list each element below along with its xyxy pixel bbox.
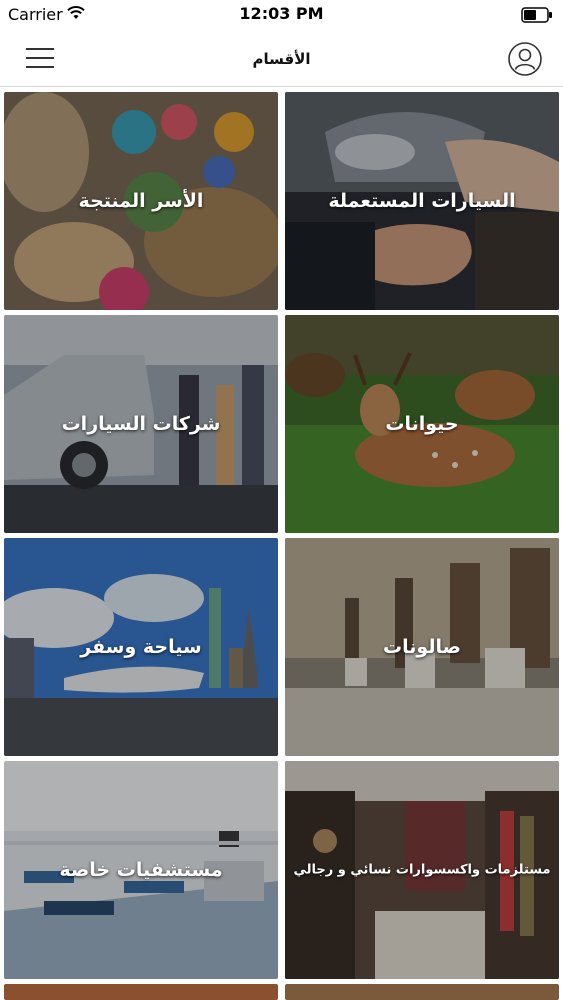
category-label: شركات السيارات [61,413,221,435]
category-tile-animals[interactable]: حيوانات [285,315,559,533]
category-tile-productive-families[interactable]: الأسر المنتجة [4,92,278,310]
status-time: 12:03 PM [239,4,324,23]
nav-bar: الأقسام [0,30,563,87]
category-label: السيارات المستعملة [328,190,516,212]
category-tile-partial[interactable] [4,984,278,1000]
battery-icon [521,7,552,23]
category-tile-salons[interactable]: صالونات [285,538,559,756]
category-tile-tourism[interactable]: سياحة وسفر [4,538,278,756]
category-label: الأسر المنتجة [78,190,204,212]
category-tile-partial[interactable] [285,984,559,1000]
category-label: مستشفيات خاصة [59,859,223,881]
page-title: الأقسام [252,50,311,68]
user-icon[interactable] [507,41,543,77]
category-image [285,984,559,1000]
category-tile-private-hospitals[interactable]: مستشفيات خاصة [4,761,278,979]
category-label: حيوانات [385,413,459,435]
status-bar: Carrier 12:03 PM [0,0,563,30]
category-grid: السيارات المستعملة الأسر المنتجة حيوانات… [0,87,563,1000]
category-tile-accessories[interactable]: مستلزمات واكسسوارات نسائي و رجالي [285,761,559,979]
category-tile-used-cars[interactable]: السيارات المستعملة [285,92,559,310]
category-label: صالونات [383,636,461,658]
category-label: سياحة وسفر [80,636,202,658]
category-tile-car-companies[interactable]: شركات السيارات [4,315,278,533]
category-image [4,984,278,1000]
category-label: مستلزمات واكسسوارات نسائي و رجالي [293,862,551,878]
